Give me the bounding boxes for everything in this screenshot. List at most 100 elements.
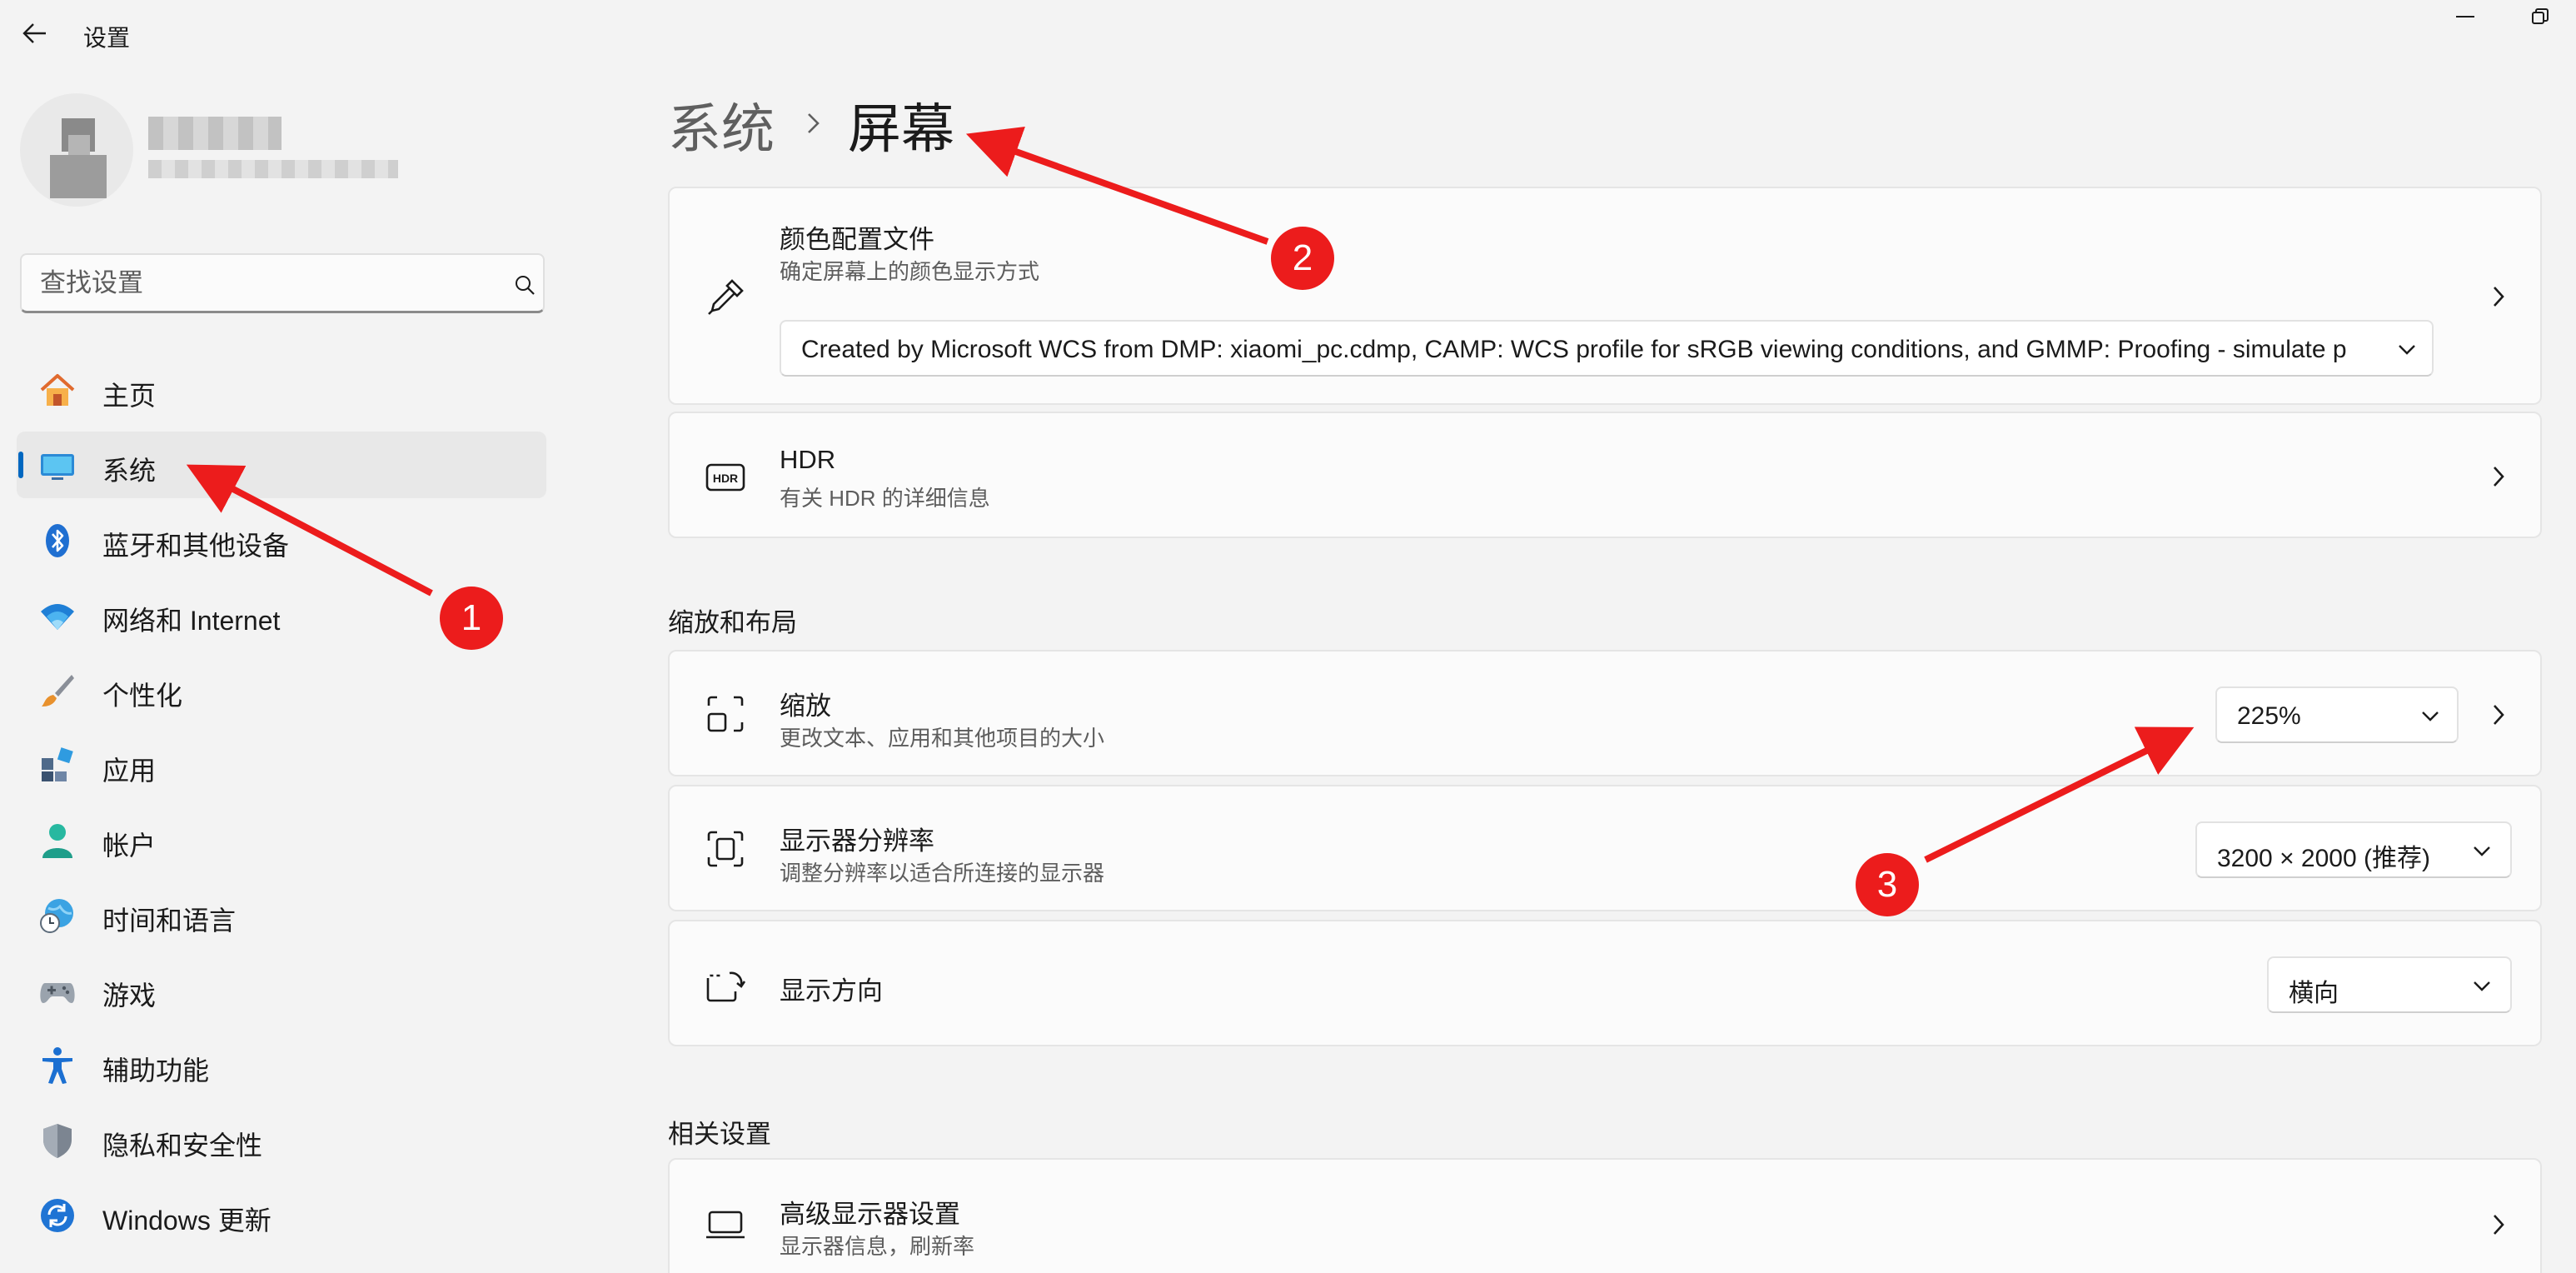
scale-value: 225% bbox=[2237, 702, 2301, 730]
avatar-blur-block bbox=[50, 155, 107, 198]
shield-icon bbox=[38, 1121, 77, 1160]
color-profile-card[interactable]: 颜色配置文件 确定屏幕上的颜色显示方式 Created by Microsoft… bbox=[668, 187, 2542, 405]
chevron-right-icon bbox=[2482, 1208, 2515, 1241]
search-input[interactable] bbox=[40, 267, 490, 300]
chevron-down-icon bbox=[2469, 973, 2495, 1000]
advanced-display-title: 高级显示器设置 bbox=[780, 1200, 960, 1229]
section-title-scale-layout: 缩放和布局 bbox=[668, 608, 797, 637]
gamepad-icon bbox=[38, 971, 77, 1010]
title-bar: 设置 bbox=[0, 0, 2576, 67]
resolution-select[interactable]: 3200 × 2000 (推荐) bbox=[2195, 821, 2512, 878]
sidebar-item-label: Windows 更新 bbox=[102, 1206, 272, 1236]
clock-globe-icon bbox=[38, 896, 77, 935]
scale-icon bbox=[703, 691, 748, 736]
breadcrumb: 系统 屏幕 bbox=[668, 90, 954, 160]
svg-text:HDR: HDR bbox=[713, 472, 738, 485]
advanced-display-card[interactable]: 高级显示器设置 显示器信息，刷新率 bbox=[668, 1158, 2542, 1273]
resolution-value: 3200 × 2000 (推荐) bbox=[2217, 845, 2430, 872]
minimize-button[interactable] bbox=[2432, 0, 2499, 33]
sidebar-item-accessibility[interactable]: 辅助功能 bbox=[17, 1031, 546, 1098]
monitor-icon bbox=[703, 1203, 748, 1248]
chevron-right-icon bbox=[2482, 460, 2515, 493]
sidebar-item-apps[interactable]: 应用 bbox=[17, 731, 546, 798]
hdr-card[interactable]: HDR HDR 有关 HDR 的详细信息 bbox=[668, 412, 2542, 538]
sidebar-item-label: 应用 bbox=[102, 756, 157, 786]
hdr-icon: HDR bbox=[703, 455, 748, 500]
sidebar-item-accounts[interactable]: 帐户 bbox=[17, 806, 546, 873]
sidebar-item-system[interactable]: 系统 bbox=[17, 432, 546, 498]
active-indicator bbox=[18, 452, 23, 478]
sidebar-item-label: 时间和语言 bbox=[102, 906, 237, 936]
restore-button[interactable] bbox=[2507, 0, 2574, 33]
orientation-card: 显示方向 横向 bbox=[668, 920, 2542, 1046]
accessibility-icon bbox=[38, 1046, 77, 1085]
sidebar-item-label: 网络和 Internet bbox=[102, 606, 281, 636]
resolution-card: 显示器分辨率 调整分辨率以适合所连接的显示器 3200 × 2000 (推荐) bbox=[668, 785, 2542, 911]
minimize-icon bbox=[2456, 16, 2474, 17]
orientation-select[interactable]: 横向 bbox=[2267, 956, 2512, 1013]
rotate-screen-icon bbox=[703, 963, 748, 1008]
hdr-title: HDR bbox=[780, 445, 836, 474]
wifi-icon bbox=[38, 597, 77, 635]
account-icon bbox=[38, 821, 77, 860]
display-icon bbox=[38, 447, 77, 485]
sidebar-item-label: 帐户 bbox=[102, 831, 157, 861]
chevron-down-icon bbox=[2469, 838, 2495, 865]
orientation-title: 显示方向 bbox=[780, 976, 883, 1006]
eyedropper-icon bbox=[703, 275, 748, 320]
search-box bbox=[20, 253, 545, 313]
orientation-value: 横向 bbox=[2289, 980, 2339, 1007]
scale-subtitle: 更改文本、应用和其他项目的大小 bbox=[780, 726, 1105, 751]
color-profile-select[interactable]: Created by Microsoft WCS from DMP: xiaom… bbox=[780, 320, 2434, 377]
back-button[interactable] bbox=[13, 15, 57, 52]
sidebar-item-label: 系统 bbox=[102, 456, 157, 486]
bluetooth-icon bbox=[38, 522, 77, 560]
user-avatar[interactable] bbox=[20, 93, 133, 207]
sidebar-item-windows-update[interactable]: Windows 更新 bbox=[17, 1181, 546, 1248]
back-arrow-icon bbox=[22, 23, 46, 43]
restore-icon bbox=[2532, 8, 2549, 24]
sidebar-item-bluetooth[interactable]: 蓝牙和其他设备 bbox=[17, 507, 546, 573]
chevron-down-icon bbox=[2417, 703, 2444, 730]
sidebar-item-gaming[interactable]: 游戏 bbox=[17, 956, 546, 1023]
update-icon bbox=[38, 1196, 77, 1235]
settings-window: 设置 主页 系统 bbox=[0, 0, 2576, 1273]
color-profile-title: 颜色配置文件 bbox=[780, 225, 934, 254]
scale-card[interactable]: 缩放 更改文本、应用和其他项目的大小 225% bbox=[668, 650, 2542, 776]
sidebar-item-privacy[interactable]: 隐私和安全性 bbox=[17, 1106, 546, 1173]
scale-title: 缩放 bbox=[780, 691, 831, 721]
home-icon bbox=[38, 372, 77, 410]
chevron-right-icon bbox=[2482, 698, 2515, 731]
resolution-title: 显示器分辨率 bbox=[780, 826, 934, 856]
breadcrumb-parent-link[interactable]: 系统 bbox=[668, 87, 775, 163]
resolution-subtitle: 调整分辨率以适合所连接的显示器 bbox=[780, 861, 1105, 886]
user-email-redacted bbox=[148, 160, 398, 178]
breadcrumb-separator-icon bbox=[805, 107, 823, 144]
sidebar-item-label: 辅助功能 bbox=[102, 1056, 210, 1086]
search-icon[interactable] bbox=[513, 273, 536, 297]
sidebar-item-label: 个性化 bbox=[102, 681, 183, 711]
sidebar-nav: 主页 系统 蓝牙和其他设备 网络和 Internet 个性化 应用 帐户 时间和… bbox=[17, 357, 546, 1256]
color-profile-value: Created by Microsoft WCS from DMP: xiaom… bbox=[801, 336, 2347, 363]
app-title: 设置 bbox=[83, 25, 131, 51]
sidebar-item-home[interactable]: 主页 bbox=[17, 357, 546, 423]
color-profile-subtitle: 确定屏幕上的颜色显示方式 bbox=[780, 259, 1040, 284]
sidebar-item-personalization[interactable]: 个性化 bbox=[17, 656, 546, 723]
advanced-display-subtitle: 显示器信息，刷新率 bbox=[780, 1234, 975, 1259]
chevron-down-icon bbox=[2394, 337, 2420, 363]
resolution-icon bbox=[703, 826, 748, 871]
sidebar-item-label: 游戏 bbox=[102, 981, 157, 1011]
apps-icon bbox=[38, 746, 77, 785]
sidebar-item-label: 蓝牙和其他设备 bbox=[102, 531, 290, 561]
scale-select[interactable]: 225% bbox=[2215, 686, 2459, 743]
chevron-right-icon bbox=[2482, 280, 2515, 313]
hdr-info-link[interactable]: 有关 HDR 的详细信息 bbox=[780, 482, 990, 512]
annotation-badge-2: 2 bbox=[1271, 227, 1334, 290]
sidebar-item-time-language[interactable]: 时间和语言 bbox=[17, 881, 546, 948]
page-title: 屏幕 bbox=[848, 99, 954, 159]
brush-icon bbox=[38, 671, 77, 710]
user-name-redacted bbox=[148, 117, 282, 150]
annotation-badge-1: 1 bbox=[440, 587, 503, 650]
sidebar-item-label: 隐私和安全性 bbox=[102, 1131, 263, 1161]
annotation-badge-3: 3 bbox=[1856, 853, 1919, 916]
